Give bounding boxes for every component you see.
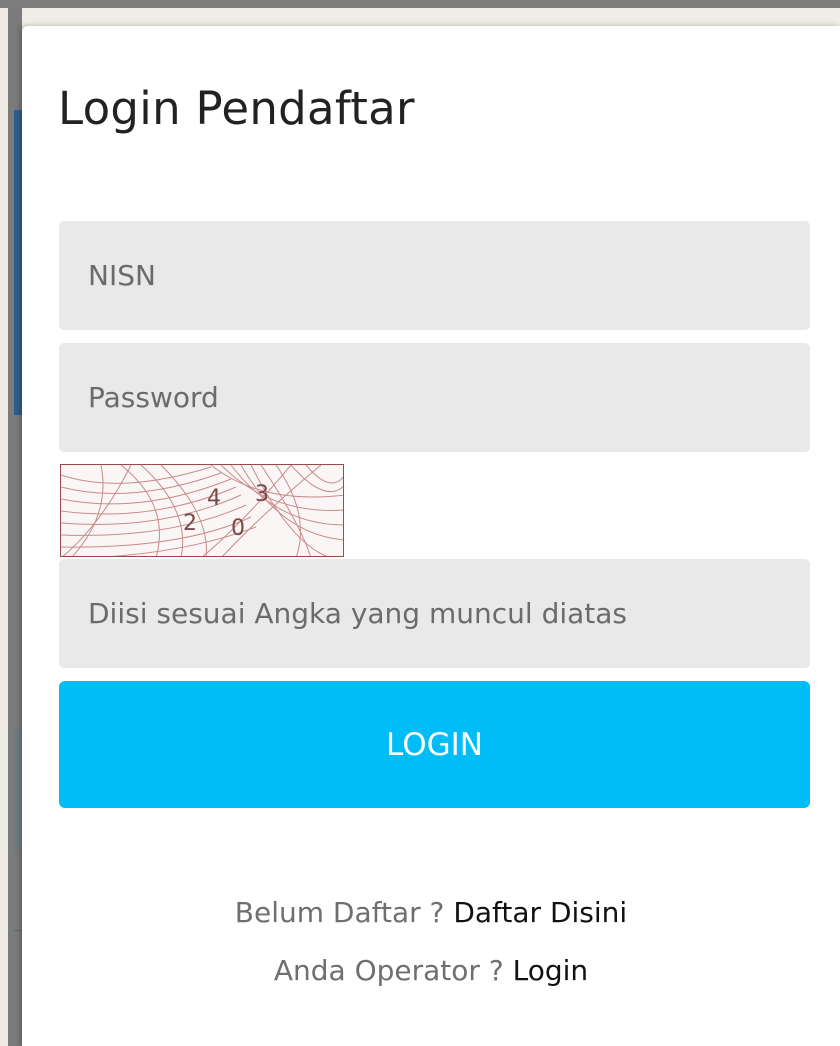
backdrop-top-bar [0,0,840,8]
login-modal: Login Pendaftar NISN 2 4 0 3 Diisi sesua… [22,26,840,1046]
backdrop-divider [14,930,22,931]
login-button[interactable]: LOGIN [59,681,810,808]
backdrop-gray-strip [14,730,22,850]
modal-title: Login Pendaftar [58,82,415,135]
captcha-digit-3: 0 [231,516,245,541]
captcha-digit-1: 2 [183,511,197,536]
captcha-image: 2 4 0 3 [60,464,344,557]
page: Login Pendaftar NISN 2 4 0 3 Diisi sesua… [0,0,840,1046]
register-link[interactable]: Daftar Disini [453,896,627,929]
backdrop-blue-strip [14,110,22,415]
captcha-input[interactable] [59,559,810,668]
operator-login-link[interactable]: Login [513,954,589,987]
captcha-digit-4: 3 [255,482,269,507]
nisn-input[interactable] [59,221,810,330]
operator-prompt-text: Anda Operator ? [273,954,504,987]
register-prompt-text: Belum Daftar ? [234,896,445,929]
password-input[interactable] [59,343,810,452]
captcha-noise: 2 4 0 3 [61,465,343,556]
operator-prompt-line: Anda Operator ? Login [22,954,840,987]
captcha-digit-2: 4 [207,486,221,511]
register-prompt-line: Belum Daftar ? Daftar Disini [22,896,840,929]
